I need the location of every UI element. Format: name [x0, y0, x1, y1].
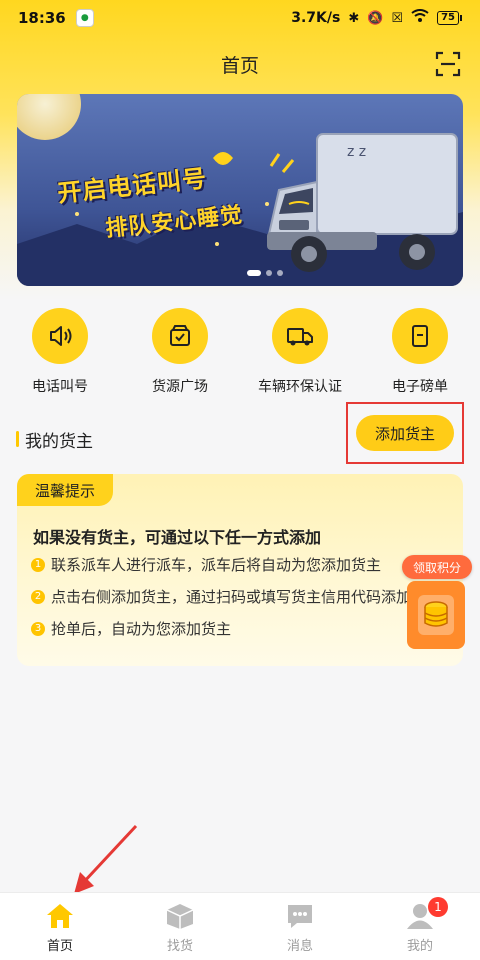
tab-label: 消息	[286, 939, 313, 954]
tip-item: 1 联系派车人进行派车，派车后将自动为您添加货主	[31, 554, 381, 575]
coin-stack-icon	[407, 581, 465, 649]
svg-text:z z: z z	[347, 144, 366, 160]
no-sim-icon: ☒	[391, 10, 404, 26]
tab-home[interactable]: 首页	[0, 893, 120, 960]
battery-icon: 75	[437, 11, 462, 25]
tip-text: 抢单后，自动为您添加货主	[51, 620, 232, 638]
network-speed: 3.7K/s	[291, 10, 341, 26]
tab-bar: 首页 找货 消息 我的 1	[0, 892, 480, 960]
banner-dot	[277, 270, 283, 276]
banner-dot	[247, 270, 261, 276]
banner-dot	[266, 270, 272, 276]
quick-action-vehicle-cert[interactable]: 车辆环保认证	[240, 308, 360, 396]
quick-action-label: 电话叫号	[32, 379, 88, 395]
section-accent-bar	[16, 431, 19, 447]
home-icon	[47, 904, 73, 928]
tab-profile[interactable]: 我的 1	[360, 893, 480, 960]
tab-label: 我的	[406, 939, 433, 954]
quick-action-label: 电子磅单	[392, 379, 448, 395]
speaker-icon	[50, 326, 72, 346]
tab-label: 首页	[46, 939, 73, 954]
tip-heading: 如果没有货主，可通过以下任一方式添加	[33, 528, 322, 547]
box-icon	[166, 904, 194, 929]
nav-bar: 首页	[0, 42, 480, 86]
bluetooth-icon: ✱	[348, 10, 360, 26]
tip-number: 3	[31, 621, 45, 636]
scan-icon	[435, 51, 461, 77]
battery-level: 75	[437, 11, 459, 25]
status-bar: 18:36 ● 3.7K/s ✱ 🔕 ☒ 75	[0, 0, 480, 36]
tip-text: 联系派车人进行派车，派车后将自动为您添加货主	[51, 556, 382, 574]
quick-action-label: 货源广场	[152, 379, 208, 395]
tip-text: 点击右侧添加货主，通过扫码或填写货主信用代码添加	[51, 588, 412, 606]
add-shipper-button[interactable]: 添加货主	[356, 415, 454, 451]
wifi-icon	[411, 9, 429, 27]
notification-badge: 1	[428, 897, 448, 917]
tip-number: 1	[31, 557, 45, 572]
scan-button[interactable]	[434, 50, 462, 78]
banner-pagination	[247, 270, 283, 276]
truck-icon	[287, 328, 313, 346]
quick-action-phone-call[interactable]: 电话叫号	[0, 308, 120, 396]
tab-label: 找货	[166, 939, 193, 954]
tab-find-cargo[interactable]: 找货	[120, 893, 240, 960]
tip-item: 3 抢单后，自动为您添加货主	[31, 618, 231, 639]
promo-banner[interactable]: z z 开启电话叫号 排队安心睡觉	[17, 94, 463, 286]
my-shippers-header: 我的货主 添加货主	[16, 402, 464, 464]
tip-number: 2	[31, 589, 45, 604]
status-time: 18:36	[18, 9, 66, 27]
section-title: 我的货主	[25, 431, 93, 452]
quick-action-cargo-square[interactable]: 货源广场	[120, 308, 240, 396]
tab-messages[interactable]: 消息	[240, 893, 360, 960]
tip-tag: 温馨提示	[17, 474, 113, 506]
mute-icon: 🔕	[367, 10, 384, 26]
quick-actions: 电话叫号 货源广场 车辆环保认证 电子磅单	[0, 308, 480, 396]
notification-app-icon: ●	[75, 9, 94, 27]
message-icon	[288, 905, 312, 928]
tip-card: 温馨提示 如果没有货主，可通过以下任一方式添加 1 联系派车人进行派车，派车后将…	[17, 474, 463, 666]
quick-action-e-weighbill[interactable]: 电子磅单	[360, 308, 480, 396]
claim-points-widget[interactable]: 领取积分	[400, 555, 476, 653]
document-icon	[412, 325, 428, 347]
quick-action-label: 车辆环保认证	[258, 379, 342, 395]
claim-points-label: 领取积分	[402, 555, 472, 579]
tip-item: 2 点击右侧添加货主，通过扫码或填写货主信用代码添加	[31, 586, 411, 607]
highlight-frame: 添加货主	[346, 402, 464, 464]
pointer-arrow	[74, 824, 138, 894]
page-title: 首页	[220, 54, 259, 77]
cargo-box-icon	[170, 325, 190, 346]
